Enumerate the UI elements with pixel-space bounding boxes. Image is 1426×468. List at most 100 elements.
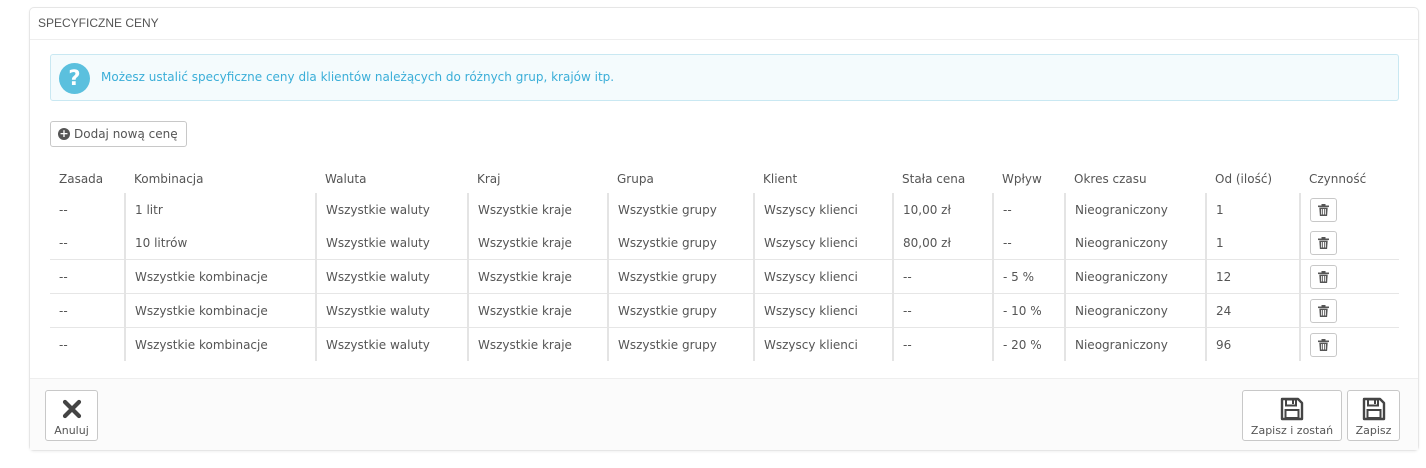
rule-cell: --: [50, 293, 125, 328]
column-header: Kombinacja: [134, 172, 204, 186]
action-cell: [1299, 293, 1399, 328]
save-and-stay-label: Zapisz i zostań: [1250, 424, 1334, 437]
country-cell: Wszystkie kraje: [467, 193, 608, 226]
delete-price-button[interactable]: [1310, 332, 1337, 357]
column-header: Klient: [763, 172, 798, 186]
delete-price-button[interactable]: [1310, 197, 1337, 222]
column-header: Stała cena: [902, 172, 966, 186]
save-label: Zapisz: [1355, 424, 1392, 437]
panel-footer: Anuluj Zapisz i zostań Zapisz: [30, 378, 1418, 450]
combination-cell: Wszystkie kombinacje: [124, 327, 316, 361]
column-header: Okres czasu: [1074, 172, 1147, 186]
country-cell: Wszystkie kraje: [467, 327, 608, 361]
combination-cell: Wszystkie kombinacje: [124, 259, 316, 294]
rule-cell: --: [59, 202, 68, 217]
action-cell: [1299, 226, 1399, 260]
customer-cell: Wszyscy klienci: [753, 193, 893, 226]
combination-cell: 1 litr: [124, 193, 316, 226]
period-cell: Nieograniczony: [1064, 327, 1206, 361]
combination-cell: Wszystkie kombinacje: [124, 293, 316, 328]
from-quantity-cell: 1: [1205, 226, 1300, 260]
rule-cell: --: [50, 259, 125, 294]
currency-cell: Wszystkie waluty: [315, 193, 468, 226]
from-quantity-cell: 12: [1205, 259, 1300, 294]
trash-icon: [1318, 304, 1329, 317]
action-cell: [1299, 259, 1399, 294]
trash-icon: [1318, 203, 1329, 216]
add-new-price-label: Dodaj nową cenę: [74, 127, 178, 141]
save-and-stay-button[interactable]: Zapisz i zostań: [1242, 390, 1342, 441]
trash-icon: [1318, 270, 1329, 283]
period-cell: Nieograniczony: [1064, 293, 1206, 328]
customer-cell: Wszyscy klienci: [753, 226, 893, 260]
period-cell: Nieograniczony: [1064, 226, 1206, 260]
impact-cell: - 10 %: [992, 293, 1065, 328]
question-circle-icon: ?: [59, 63, 90, 94]
currency-cell: Wszystkie waluty: [315, 259, 468, 294]
fixed-price-cell: --: [892, 293, 993, 328]
table-row: -- 1 litr Wszystkie waluty Wszystkie kra…: [50, 193, 1399, 226]
currency-cell: Wszystkie waluty: [315, 327, 468, 361]
group-cell: Wszystkie grupy: [607, 259, 754, 294]
group-cell: Wszystkie grupy: [607, 327, 754, 361]
specific-prices-table: Zasada Kombinacja Waluta Kraj Grupa Klie…: [50, 165, 1399, 361]
impact-cell: - 20 %: [992, 327, 1065, 361]
table-row: -- Wszystkie kombinacje Wszystkie waluty…: [50, 259, 1399, 294]
fixed-price-cell: --: [892, 259, 993, 294]
fixed-price-cell: 10,00 zł: [892, 193, 993, 226]
from-quantity-cell: 1: [1205, 193, 1300, 226]
table-row: -- Wszystkie kombinacje Wszystkie waluty…: [50, 293, 1399, 328]
delete-price-button[interactable]: [1310, 264, 1337, 289]
from-quantity-cell: 24: [1205, 293, 1300, 328]
column-header: Wpływ: [1002, 172, 1042, 186]
impact-cell: - 5 %: [992, 259, 1065, 294]
customer-cell: Wszyscy klienci: [753, 327, 893, 361]
column-header: Waluta: [325, 172, 367, 186]
cancel-label: Anuluj: [54, 424, 89, 437]
info-alert: ? Możesz ustalić specyficzne ceny dla kl…: [50, 54, 1399, 101]
combination-cell: 10 litrów: [124, 226, 316, 260]
specific-prices-panel: SPECYFICZNE CENY ? Możesz ustalić specyf…: [29, 7, 1419, 451]
trash-icon: [1318, 338, 1329, 351]
panel-title: SPECYFICZNE CENY: [30, 8, 1418, 40]
alert-text: Możesz ustalić specyficzne ceny dla klie…: [101, 70, 615, 84]
group-cell: Wszystkie grupy: [607, 293, 754, 328]
column-header: Grupa: [617, 172, 654, 186]
currency-cell: Wszystkie waluty: [315, 226, 468, 260]
impact-cell: --: [992, 193, 1065, 226]
trash-icon: [1318, 236, 1329, 249]
fixed-price-cell: --: [892, 327, 993, 361]
customer-cell: Wszyscy klienci: [753, 259, 893, 294]
delete-price-button[interactable]: [1310, 298, 1337, 323]
save-button[interactable]: Zapisz: [1347, 390, 1400, 441]
country-cell: Wszystkie kraje: [467, 226, 608, 260]
country-cell: Wszystkie kraje: [467, 293, 608, 328]
table-row: -- 10 litrów Wszystkie waluty Wszystkie …: [50, 226, 1399, 260]
from-quantity-cell: 96: [1205, 327, 1300, 361]
column-header: Czynność: [1309, 172, 1367, 186]
cancel-button[interactable]: Anuluj: [45, 390, 98, 441]
save-icon: [1280, 397, 1304, 421]
close-icon: [62, 399, 81, 419]
action-cell: [1299, 327, 1399, 361]
fixed-price-cell: 80,00 zł: [892, 226, 993, 260]
group-cell: Wszystkie grupy: [607, 226, 754, 260]
column-header: Zasada: [59, 172, 104, 186]
period-cell: Nieograniczony: [1064, 193, 1206, 226]
column-header: Od (ilość): [1215, 172, 1273, 186]
rule-cell: --: [50, 327, 125, 361]
table-header-row: Zasada Kombinacja Waluta Kraj Grupa Klie…: [50, 165, 1399, 193]
currency-cell: Wszystkie waluty: [315, 293, 468, 328]
table-row: -- Wszystkie kombinacje Wszystkie waluty…: [50, 327, 1399, 361]
save-icon: [1362, 397, 1385, 421]
period-cell: Nieograniczony: [1064, 259, 1206, 294]
add-new-price-button[interactable]: + Dodaj nową cenę: [50, 121, 187, 147]
group-cell: Wszystkie grupy: [607, 193, 754, 226]
delete-price-button[interactable]: [1310, 230, 1337, 255]
action-cell: [1299, 193, 1399, 226]
customer-cell: Wszyscy klienci: [753, 293, 893, 328]
impact-cell: --: [992, 226, 1065, 260]
rule-cell: --: [59, 235, 68, 250]
plus-circle-icon: +: [58, 127, 70, 140]
country-cell: Wszystkie kraje: [467, 259, 608, 294]
